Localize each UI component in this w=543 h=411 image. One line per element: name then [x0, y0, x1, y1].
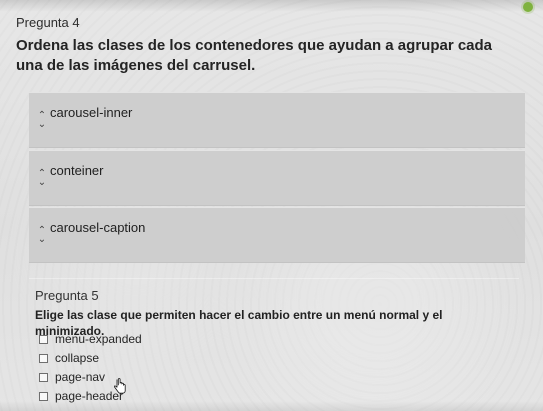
option-collapse[interactable]: collapse — [39, 350, 99, 366]
sort-item-label: conteiner — [50, 163, 104, 178]
option-label: menu-expanded — [55, 332, 142, 346]
option-menu-expanded[interactable]: menu-expanded — [39, 331, 142, 347]
question-4-label: Pregunta 4 — [16, 15, 80, 30]
chevron-up-down-icon[interactable]: ⌃ ⌄ — [37, 169, 47, 188]
sort-item-label: carousel-caption — [50, 220, 146, 235]
checkbox-icon[interactable] — [39, 391, 48, 401]
checkbox-icon[interactable] — [39, 353, 48, 363]
question-4: Pregunta 4 Ordena las clases de los cont… — [0, 0, 543, 270]
sort-item-label: carousel-inner — [50, 105, 133, 120]
option-label: page-nav — [55, 370, 106, 384]
chevron-up-down-icon[interactable]: ⌃ ⌄ — [37, 111, 47, 130]
sort-item-carousel-inner[interactable]: ⌃ ⌄ carousel-inner — [29, 92, 525, 148]
checkbox-icon[interactable] — [39, 334, 48, 344]
sort-item-conteiner[interactable]: ⌃ ⌄ conteiner — [29, 150, 525, 206]
question-5: Pregunta 5 Elige las clase que permiten … — [29, 278, 519, 411]
sort-item-carousel-caption[interactable]: ⌃ ⌄ carousel-caption — [29, 207, 525, 263]
bottom-shadow — [0, 401, 543, 411]
option-label: collapse — [55, 351, 100, 365]
checkbox-icon[interactable] — [39, 372, 48, 382]
chevron-up-down-icon[interactable]: ⌃ ⌄ — [37, 226, 47, 245]
option-page-nav[interactable]: page-nav — [39, 369, 105, 385]
question-5-label: Pregunta 5 — [35, 288, 99, 303]
question-4-text: Ordena las clases de los contenedores qu… — [16, 37, 493, 74]
